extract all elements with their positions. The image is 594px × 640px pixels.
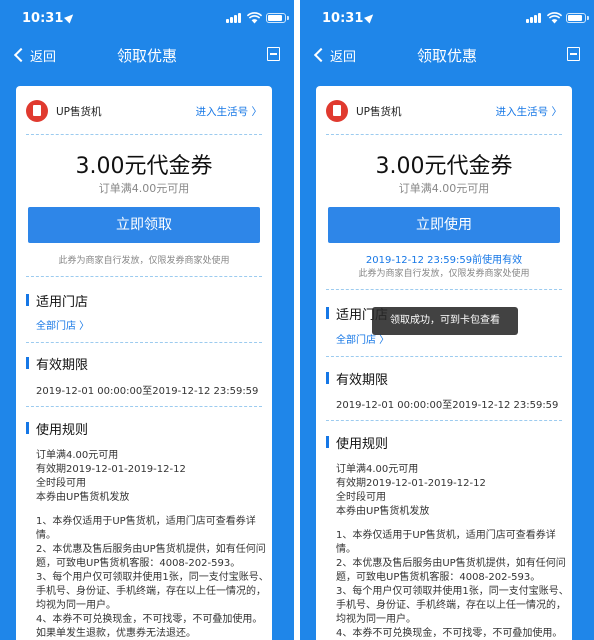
phone-screen-after: 10:31 返回 领取优惠 UP售货机 进入生活号 〉 3.00元代金券 订单满… (300, 0, 594, 640)
status-time: 10:31 (22, 11, 64, 26)
divider (26, 276, 262, 277)
signal-icon (526, 13, 542, 23)
claim-button[interactable]: 立即领取 (28, 207, 260, 243)
rule-detail-line: 3、每个用户仅可领取并使用1张，同一支付宝账号、 (36, 572, 269, 583)
validity-period: 2019-12-01 00:00:00至2019-12-12 23:59:59 (36, 386, 259, 397)
coupon-amount: 3.00元代金券 (75, 154, 213, 179)
rule-detail-line: 1、本券仅适用于UP售货机，适用门店可查看券详 (36, 516, 256, 527)
divider (326, 289, 562, 290)
issuer-note: 此券为商家自行发放，仅限发券商家处使用 (58, 256, 230, 266)
rule-summary-line: 有效期2019-12-01-2019-12-12 (336, 478, 486, 489)
rule-detail-line: 3、每个用户仅可领取并使用1张，同一支付宝账号、 (336, 586, 569, 597)
nav-bar: 返回 领取优惠 (0, 38, 294, 72)
wifi-icon (247, 12, 262, 24)
location-arrow-icon (63, 11, 77, 24)
rules-title: 使用规则 (326, 433, 388, 452)
rules-title: 使用规则 (26, 419, 88, 438)
divider (326, 420, 562, 421)
wifi-icon (547, 12, 562, 24)
rule-detail-line: 如果单发生退款，优惠券无法退还。 (36, 628, 196, 639)
validity-period: 2019-12-01 00:00:00至2019-12-12 23:59:59 (336, 400, 559, 411)
coupon-amount: 3.00元代金券 (375, 154, 513, 179)
rule-detail-line: 4、本券不可兑换现金，不可找零，不可叠加使用。 (336, 628, 563, 639)
rule-detail-line: 2、本优惠及售后服务由UP售货机提供，如有任何问 (336, 558, 566, 569)
enter-life-account-link[interactable]: 进入生活号 〉 (496, 104, 562, 119)
phone-screen-before: 10:31 返回 领取优惠 UP售货机 进入生活号 〉 3.00元代金券 订单满… (0, 0, 294, 640)
rule-summary-line: 有效期2019-12-01-2019-12-12 (36, 464, 186, 475)
rule-detail-line: 题，可致电UP售货机客服：4008-202-593。 (336, 572, 541, 583)
all-stores-link[interactable]: 全部门店 〉 (36, 317, 89, 332)
card-menu-icon[interactable] (267, 47, 280, 61)
rule-detail-line: 情。 (36, 530, 56, 541)
page-title: 领取优惠 (416, 47, 477, 65)
merchant-name: UP售货机 (356, 106, 402, 118)
coupon-condition: 订单满4.00元可用 (98, 182, 190, 195)
stores-title: 适用门店 (26, 291, 88, 310)
status-bar: 10:31 (0, 0, 294, 38)
signal-icon (226, 13, 242, 23)
status-time: 10:31 (322, 11, 364, 26)
enter-life-account-link[interactable]: 进入生活号 〉 (196, 104, 262, 119)
merchant-row: UP售货机 进入生活号 〉 (326, 100, 562, 124)
divider (326, 356, 562, 357)
battery-icon (266, 13, 289, 23)
divider (26, 406, 262, 407)
success-toast: 领取成功，可到卡包查看 (372, 307, 518, 335)
valid-until-text: 2019-12-12 23:59:59前使用有效 (365, 255, 523, 266)
page-title: 领取优惠 (116, 47, 177, 65)
nav-bar: 返回 领取优惠 (300, 38, 594, 72)
card-menu-icon[interactable] (567, 47, 580, 61)
coupon-card: UP售货机 进入生活号 〉 3.00元代金券 订单满4.00元可用 立即领取 此… (16, 86, 272, 640)
rule-summary-line: 本券由UP售货机发放 (36, 492, 130, 503)
coupon-condition: 订单满4.00元可用 (398, 182, 490, 195)
divider (26, 342, 262, 343)
validity-title: 有效期限 (326, 369, 388, 388)
rule-detail-line: 均视为同一用户。 (36, 600, 116, 611)
divider (326, 134, 562, 135)
rule-summary-line: 全时段可用 (336, 492, 386, 503)
rule-detail-line: 题，可致电UP售货机客服：4008-202-593。 (36, 558, 241, 569)
rule-detail-line: 均视为同一用户。 (336, 614, 416, 625)
merchant-logo-icon (326, 100, 348, 122)
divider (26, 134, 262, 135)
location-arrow-icon (363, 11, 377, 24)
issuer-note: 此券为商家自行发放，仅限发券商家处使用 (358, 269, 530, 279)
merchant-row: UP售货机 进入生活号 〉 (26, 100, 262, 124)
rule-summary-line: 订单满4.00元可用 (336, 464, 419, 475)
rule-detail-line: 手机号、身份证、手机终端，存在以上任一情况的， (36, 586, 266, 597)
rule-summary-line: 订单满4.00元可用 (36, 450, 119, 461)
rule-summary-line: 全时段可用 (36, 478, 86, 489)
merchant-name: UP售货机 (56, 106, 102, 118)
rule-detail-line: 1、本券仅适用于UP售货机，适用门店可查看券详 (336, 530, 556, 541)
use-now-button[interactable]: 立即使用 (328, 207, 560, 243)
status-bar: 10:31 (300, 0, 594, 38)
rule-detail-line: 2、本优惠及售后服务由UP售货机提供，如有任何问 (36, 544, 266, 555)
rule-detail-line: 手机号、身份证、手机终端，存在以上任一情况的， (336, 600, 566, 611)
merchant-logo-icon (26, 100, 48, 122)
validity-title: 有效期限 (26, 354, 88, 373)
rule-summary-line: 本券由UP售货机发放 (336, 506, 430, 517)
rule-detail-line: 情。 (336, 544, 356, 555)
battery-icon (566, 13, 589, 23)
coupon-card: UP售货机 进入生活号 〉 3.00元代金券 订单满4.00元可用 立即使用 2… (316, 86, 572, 640)
rule-detail-line: 4、本券不可兑换现金，不可找零，不可叠加使用。 (36, 614, 263, 625)
